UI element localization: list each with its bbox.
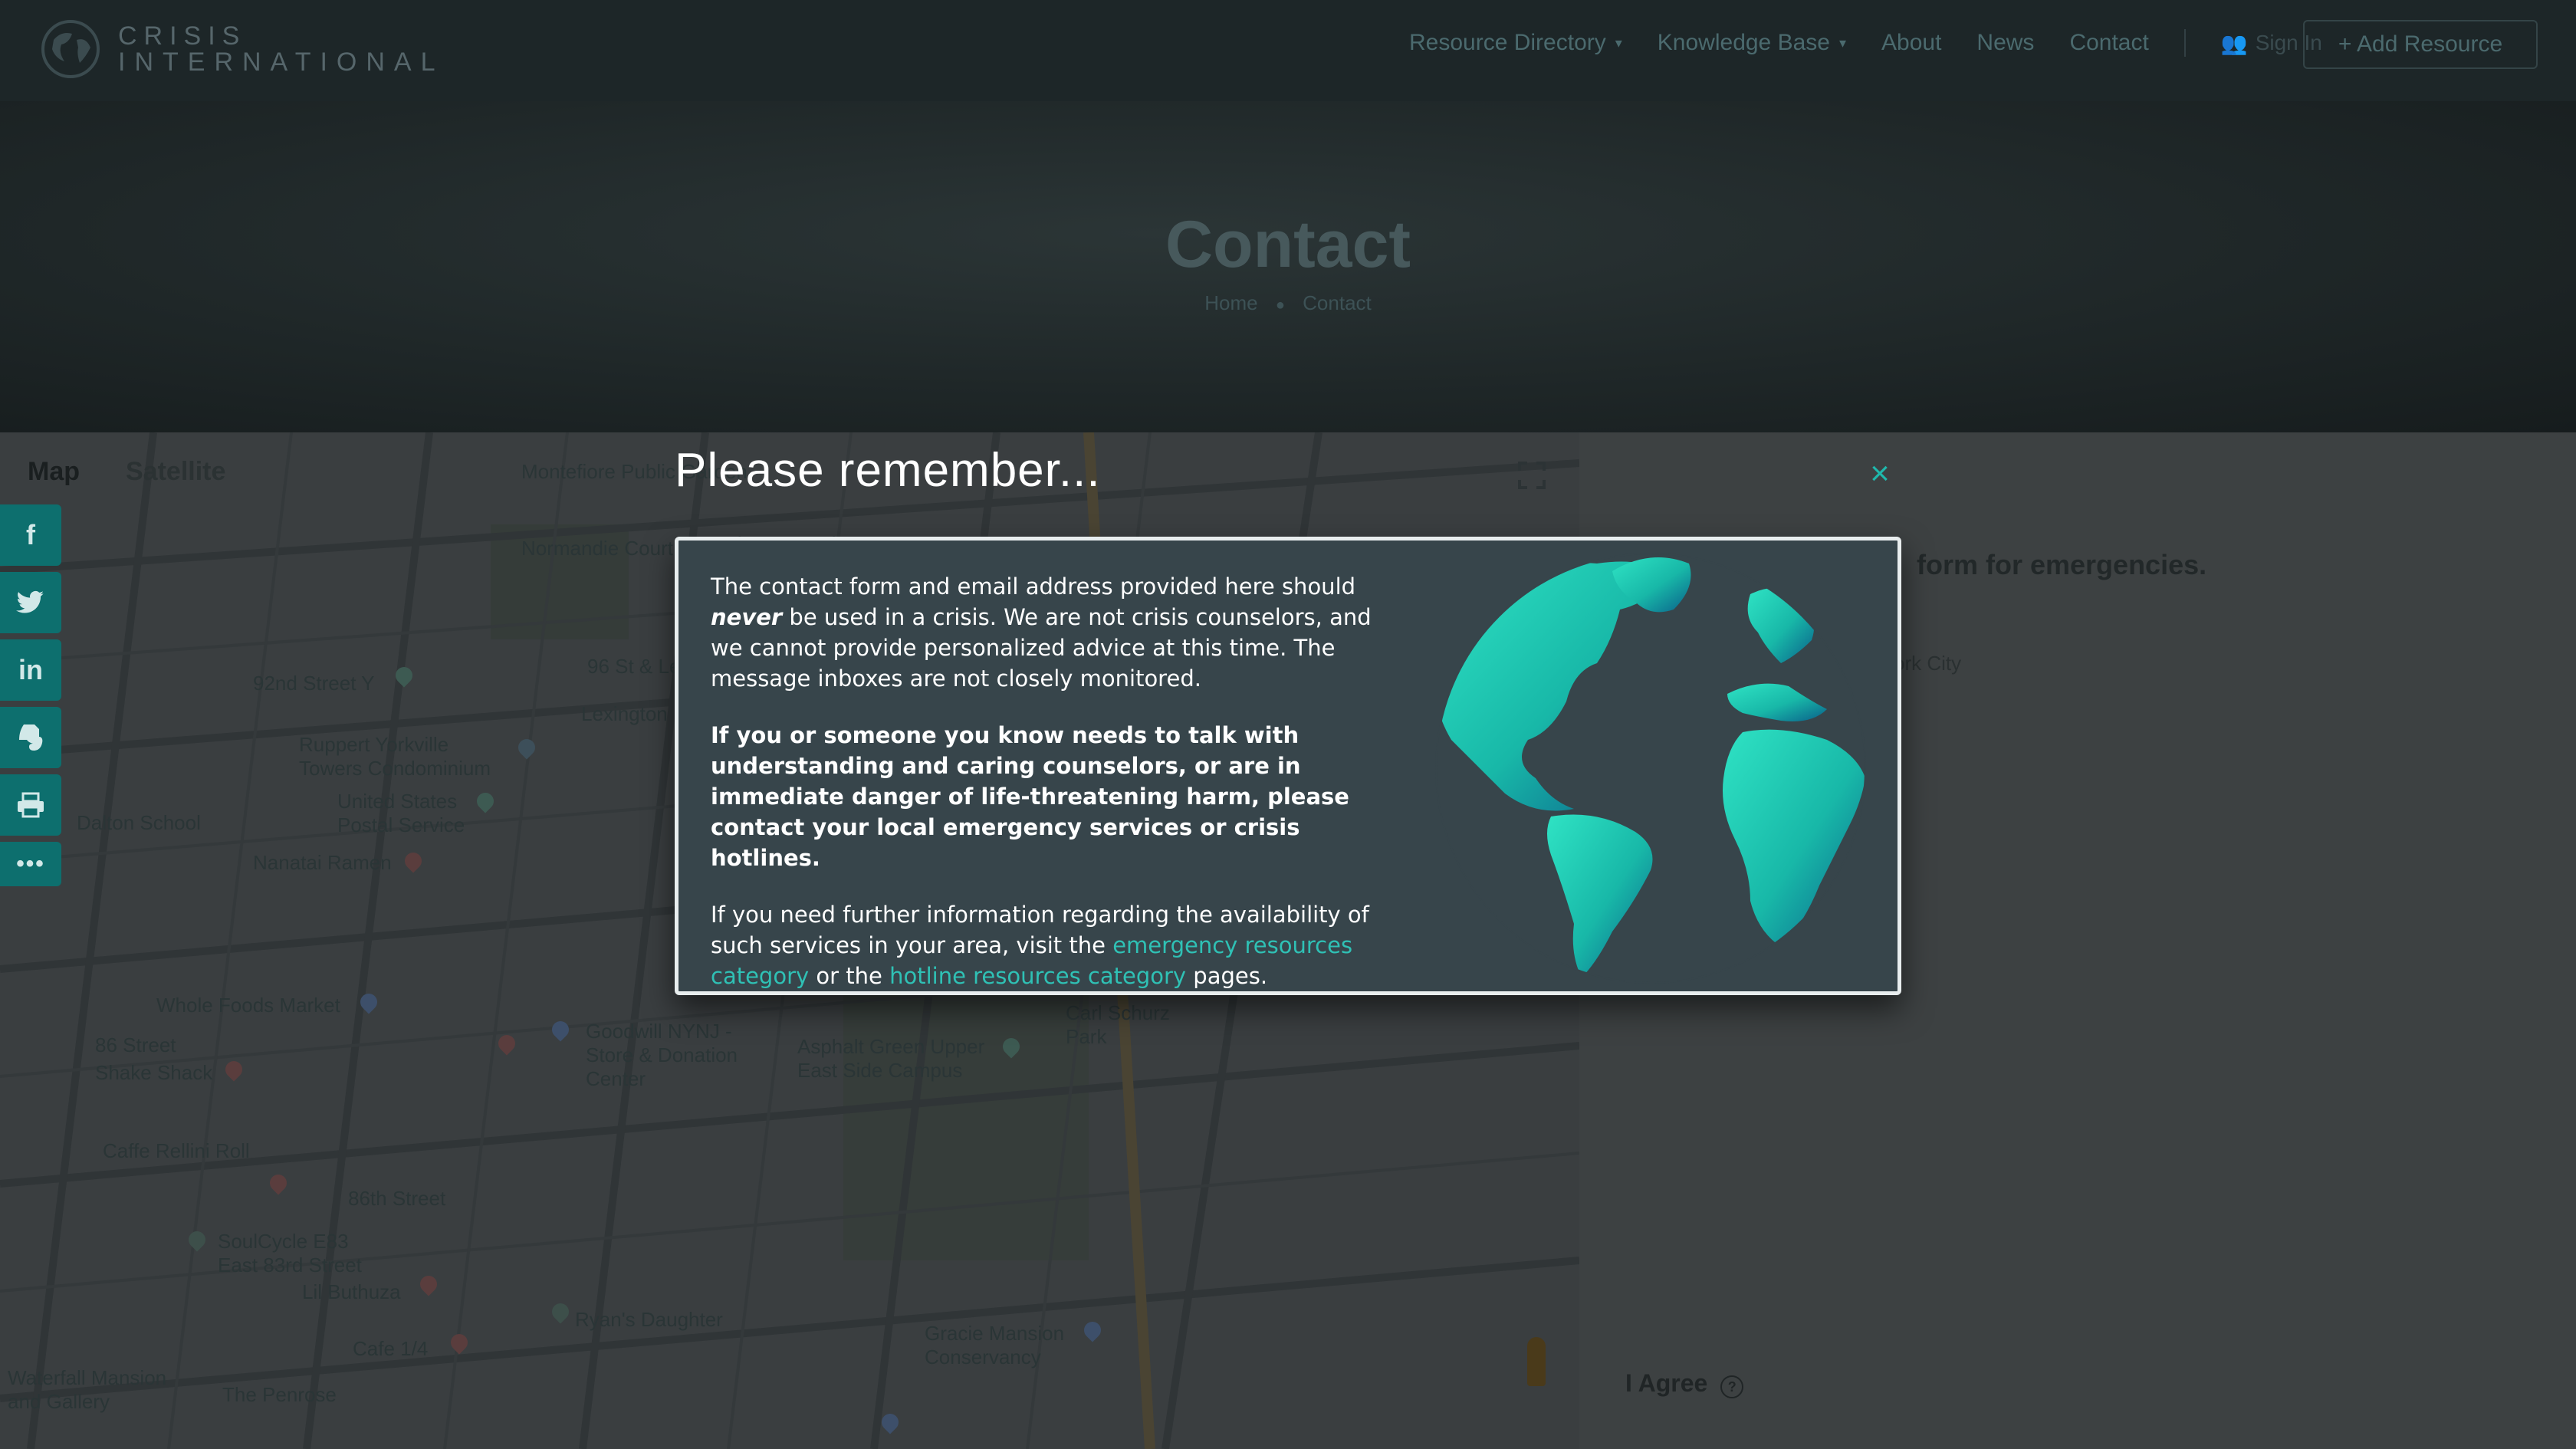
hotline-resources-link[interactable]: hotline resources category: [889, 963, 1186, 989]
fullscreen-icon[interactable]: [1516, 460, 1547, 491]
more-share-button[interactable]: •••: [0, 842, 61, 886]
chevron-down-icon: ▾: [1838, 34, 1847, 51]
nav-contact[interactable]: Contact: [2069, 30, 2148, 56]
crisis-warning-modal: The contact form and email address provi…: [675, 537, 1901, 995]
site-logo[interactable]: CRISIS INTERNATIONAL: [38, 17, 445, 81]
globe-logo-icon: [41, 20, 100, 78]
street-view-pegman-icon[interactable]: [1527, 1337, 1546, 1386]
agree-checkbox-label[interactable]: I Agree ?: [1625, 1369, 1744, 1398]
site-header: CRISIS INTERNATIONAL Resource Directory …: [0, 0, 2576, 101]
map-label: Lil Buthuza: [302, 1280, 401, 1303]
map-label: 86 Street: [95, 1033, 176, 1056]
modal-paragraph-1: The contact form and email address provi…: [711, 573, 1372, 692]
map-label: Lexington: [581, 702, 668, 725]
user-icon: 👥: [2220, 31, 2248, 55]
breadcrumb-home[interactable]: Home: [1204, 291, 1257, 314]
form-city-text: ork City: [1894, 652, 1962, 675]
chevron-down-icon: ▾: [1615, 34, 1622, 51]
map-label: SoulCycle E83 East 83rd Street: [218, 1230, 362, 1276]
close-icon[interactable]: ×: [1865, 457, 1895, 491]
map-label: Asphalt Green Upper East Side Campus: [797, 1035, 985, 1082]
map-label: The Penrose: [222, 1383, 337, 1406]
more-icon: •••: [16, 851, 45, 876]
logo-line-1: CRISIS: [118, 21, 247, 51]
print-button[interactable]: [0, 774, 61, 836]
map-label: Ryan's Daughter: [575, 1308, 723, 1331]
social-share-bar: f in •••: [0, 504, 61, 892]
evernote-icon: [19, 724, 43, 751]
globe-illustration-icon: [1435, 553, 1866, 984]
linkedin-icon: in: [18, 654, 43, 685]
breadcrumb: Home ● Contact: [0, 291, 2576, 315]
map-label: Dalton School: [77, 811, 201, 834]
map-type-tabs: Map Satellite: [28, 457, 225, 487]
modal-body: The contact form and email address provi…: [711, 571, 1385, 1017]
modal-paragraph-3: If you need further information regardin…: [711, 902, 1369, 989]
tab-map[interactable]: Map: [28, 457, 80, 487]
modal-title: Please remember...: [675, 444, 1101, 497]
map-label: 86th Street: [348, 1187, 446, 1210]
help-icon[interactable]: ?: [1720, 1375, 1744, 1398]
map-label: Whole Foods Market: [156, 994, 340, 1017]
map-label: Cafe 1/4: [353, 1337, 429, 1360]
logo-line-2: INTERNATIONAL: [118, 48, 445, 77]
emphasis-never: never: [711, 604, 783, 630]
form-heading: form for emergencies.: [1917, 549, 2207, 580]
map-label: Goodwill NYNJ - Store & Donation Center: [586, 1020, 738, 1090]
main-nav: Resource Directory ▾ Knowledge Base ▾ Ab…: [1409, 29, 2322, 57]
tab-satellite[interactable]: Satellite: [126, 457, 225, 487]
map-label: 92nd Street Y: [253, 672, 375, 695]
map-label: Nanatai Ramen: [253, 851, 392, 874]
page-title: Contact: [1165, 208, 1411, 281]
page-hero: Contact Home ● Contact: [0, 101, 2576, 432]
map-label: United States Postal Service: [337, 790, 465, 836]
modal-paragraph-2: If you or someone you know needs to talk…: [711, 722, 1349, 871]
map-label: Gracie Mansion Conservancy: [925, 1322, 1065, 1368]
breadcrumb-current: Contact: [1303, 291, 1372, 314]
evernote-share-button[interactable]: [0, 707, 61, 768]
nav-news[interactable]: News: [1976, 30, 2034, 56]
twitter-icon: [16, 590, 44, 613]
nav-resource-directory[interactable]: Resource Directory ▾: [1409, 30, 1622, 56]
map-label: Ruppert Yorkville Towers Condominium: [299, 733, 491, 780]
print-icon: [18, 792, 44, 818]
map-label: Normandie Court: [521, 537, 673, 560]
nav-divider: [2183, 29, 2186, 57]
linkedin-share-button[interactable]: in: [0, 639, 61, 701]
facebook-icon: f: [26, 519, 35, 550]
nav-about[interactable]: About: [1881, 30, 1941, 56]
map-label: Caffe Rellini Roll: [103, 1139, 250, 1162]
add-resource-button[interactable]: + Add Resource: [2303, 20, 2538, 69]
map-label: Waterfall Mansion and Gallery: [8, 1366, 167, 1413]
breadcrumb-separator: ●: [1275, 297, 1285, 314]
nav-knowledge-base[interactable]: Knowledge Base ▾: [1658, 30, 1846, 56]
twitter-share-button[interactable]: [0, 572, 61, 633]
map-label: Shake Shack: [95, 1061, 213, 1084]
facebook-share-button[interactable]: f: [0, 504, 61, 566]
